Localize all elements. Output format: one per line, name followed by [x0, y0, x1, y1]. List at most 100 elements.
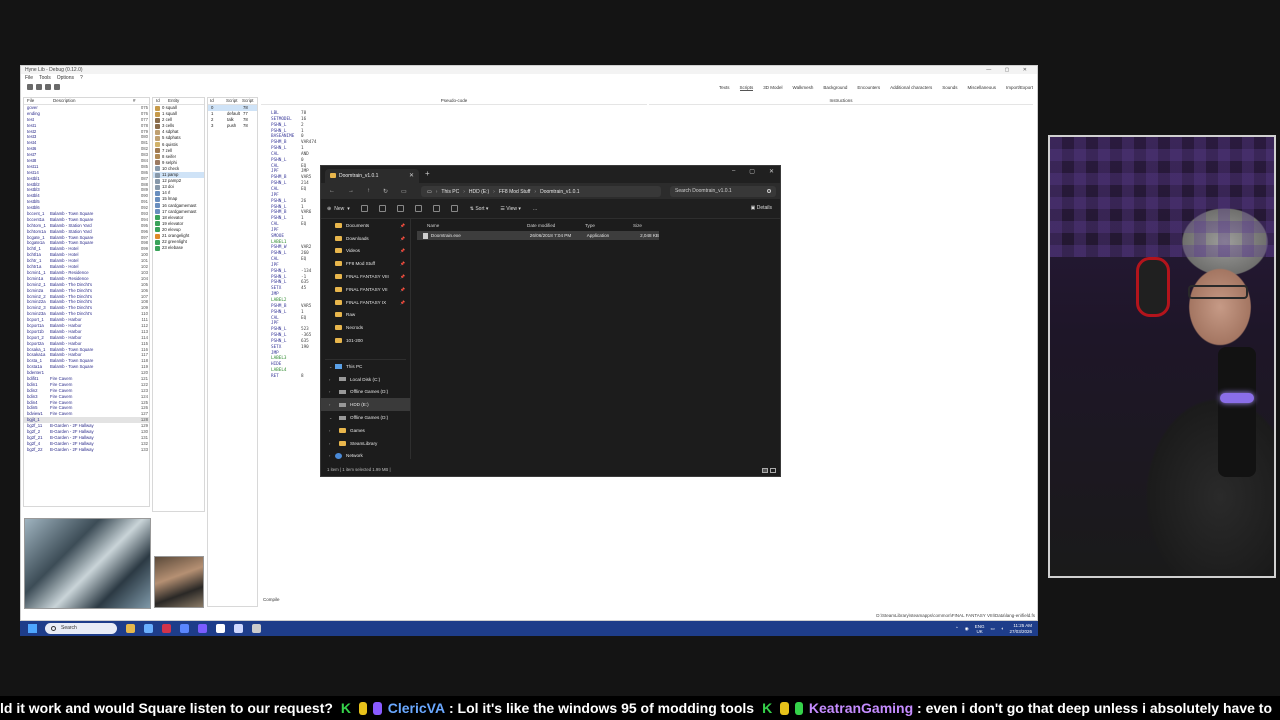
column-header[interactable]: Description [50, 98, 130, 104]
taskbar-search[interactable]: Search [45, 623, 117, 634]
window-controls[interactable]: — ▢ ✕ [986, 66, 1033, 74]
taskbar-app-icon[interactable] [144, 624, 153, 633]
view-button[interactable]: ☰ View ▾ [500, 206, 521, 212]
save-as-icon[interactable] [45, 84, 51, 90]
rename-icon[interactable] [414, 205, 422, 212]
column-header[interactable]: Type [575, 223, 623, 228]
save-icon[interactable] [36, 84, 42, 90]
nav-item-this-pc[interactable]: ⌄ This PC [321, 360, 410, 373]
breadcrumb-item[interactable]: This PC [441, 189, 459, 195]
nav-item-quick-access[interactable]: FINAL FANTASY VII 📌 [321, 283, 410, 296]
nav-item-folder[interactable]: › SteamLibrary [321, 437, 410, 450]
nav-item-quick-access[interactable]: FINAL FANTASY IX 📌 [321, 296, 410, 309]
field-list[interactable]: File Description # gover 075 ending 076 test 07… [23, 97, 150, 507]
explorer-search[interactable]: Search Doomtrain_v1.0.1 [670, 186, 776, 197]
network-icon[interactable]: ▭ [990, 626, 994, 632]
tab-additional-characters[interactable]: Additional characters [890, 85, 932, 91]
column-header[interactable]: Date modified [517, 223, 575, 228]
explorer-tab[interactable]: Doomtrain_v1.0.1 ✕ [325, 169, 419, 183]
volume-icon[interactable]: ◖ [1001, 626, 1004, 631]
tab-3d-model[interactable]: 3D Model [763, 85, 782, 91]
tiles-view-icon[interactable] [770, 468, 776, 473]
menu-item[interactable]: Tools [39, 74, 51, 82]
close-tab-icon[interactable]: ✕ [409, 169, 414, 183]
nav-item-drive[interactable]: ⌄ Offline Games (D:) [321, 411, 410, 424]
paste-icon[interactable] [396, 205, 404, 212]
breadcrumb-item[interactable]: Doomtrain_v1.0.1 [540, 189, 579, 195]
column-header[interactable]: Script [240, 98, 256, 104]
refresh-icon[interactable]: ↻ [383, 188, 388, 195]
nav-item-quick-access[interactable]: Videos 📌 [321, 245, 410, 258]
new-button[interactable]: ⊕ New ▾ [327, 206, 350, 212]
chevron-up-icon[interactable]: ⌃ [955, 626, 959, 632]
list-item[interactable]: bg2f_22 B-Garden - 2F Hallway 133 [24, 447, 149, 453]
nav-item-quick-access[interactable]: Documents 📌 [321, 219, 410, 232]
menu-item[interactable]: Options [57, 74, 74, 82]
column-header[interactable]: File [24, 98, 50, 104]
delete-icon[interactable] [450, 205, 458, 212]
taskbar-app-icon[interactable] [216, 624, 225, 633]
tab-texts[interactable]: Texts [719, 85, 730, 91]
tab-scripts[interactable]: Scripts [739, 85, 754, 91]
script-list[interactable]: Id Script Script 0 78 1 default 77 2 talk 78 3 push… [207, 97, 258, 607]
taskbar-app-icon[interactable] [252, 624, 261, 633]
clock[interactable]: 11:25 AM 27/03/2026 [1009, 623, 1032, 634]
column-header[interactable]: Entity [165, 98, 201, 104]
minimize-icon[interactable]: – [732, 168, 735, 175]
forward-icon[interactable]: → [348, 188, 354, 195]
column-header[interactable]: Size [623, 223, 659, 228]
input-language[interactable]: ENG UK [975, 624, 985, 634]
file-row[interactable]: Doomtrain.exe 26/06/2018 7:04 PM Applicati… [417, 231, 659, 240]
nav-item-folder[interactable]: › Games [321, 424, 410, 437]
column-header[interactable]: Name [417, 223, 517, 228]
taskbar-app-icon[interactable] [234, 624, 243, 633]
script-item[interactable]: 3 push 78 [208, 123, 257, 129]
tab-miscellaneous[interactable]: Miscellaneous [967, 85, 996, 91]
search-icon[interactable] [54, 84, 60, 90]
menu-item[interactable]: ? [80, 74, 83, 82]
sort-button[interactable]: ⇅ Sort ▾ [470, 206, 489, 212]
nav-item-drive[interactable]: › Local Disk (C:) [321, 373, 410, 386]
share-icon[interactable] [432, 205, 440, 212]
windows-start-icon[interactable] [28, 624, 37, 633]
address-bar[interactable]: ▭ › This PC › HDD (E:) › FF8 Mod Stuff › Doomtra… [421, 186, 661, 197]
compile-button[interactable]: Compile [263, 597, 280, 602]
tab-encounters[interactable]: Encounters [857, 85, 880, 91]
taskbar-app-icon[interactable] [162, 624, 171, 633]
more-button[interactable]: ... [533, 206, 537, 212]
monitor-icon[interactable]: ▭ [401, 188, 407, 195]
close-icon[interactable]: ✕ [769, 168, 774, 175]
nav-item-quick-access[interactable]: FINAL FANTASY VIII 📌 [321, 270, 410, 283]
tab-background[interactable]: Background [823, 85, 847, 91]
back-icon[interactable]: ← [329, 188, 335, 195]
column-header[interactable]: Script [224, 98, 240, 104]
maximize-icon[interactable]: ▢ [749, 168, 755, 175]
nav-item-quick-access[interactable]: Raw [321, 309, 410, 322]
tab-walkmesh[interactable]: Walkmesh [793, 85, 814, 91]
column-header[interactable]: Id [208, 98, 224, 104]
entity-item[interactable]: 23 elebase [153, 245, 204, 251]
copy-icon[interactable] [378, 205, 386, 212]
breadcrumb-item[interactable]: HDD (E:) [469, 189, 489, 195]
tab-sounds[interactable]: Sounds [942, 85, 957, 91]
new-tab-icon[interactable]: + [425, 169, 430, 178]
details-button[interactable]: ▣ Details [751, 205, 772, 211]
taskbar-app-icon[interactable] [180, 624, 189, 633]
taskbar-app-icon[interactable] [126, 624, 135, 633]
nav-item-quick-access[interactable]: Downloads 📌 [321, 232, 410, 245]
nav-item-network[interactable]: › Network [321, 450, 410, 463]
tab-import-export[interactable]: Import/Export [1006, 85, 1033, 91]
up-icon[interactable]: ↑ [367, 188, 370, 195]
menu-item[interactable]: File [25, 74, 33, 82]
breadcrumb-item[interactable]: FF8 Mod Stuff [499, 189, 531, 195]
column-header[interactable]: Id [153, 98, 165, 104]
taskbar-app-icon[interactable] [198, 624, 207, 633]
nav-item-quick-access[interactable]: Necrods [321, 321, 410, 334]
entity-list[interactable]: Id Entity 0 squall 1 squall 2 cell 3 cells 4 … [152, 97, 205, 512]
nav-item-quick-access[interactable]: 101-200 [321, 334, 410, 347]
nav-item-drive[interactable]: › Offline Games (D:) [321, 386, 410, 399]
nav-item-quick-access[interactable]: FF8 Mod Stuff 📌 [321, 257, 410, 270]
cut-icon[interactable] [360, 205, 368, 212]
open-icon[interactable] [27, 84, 33, 90]
details-view-icon[interactable] [762, 468, 768, 473]
